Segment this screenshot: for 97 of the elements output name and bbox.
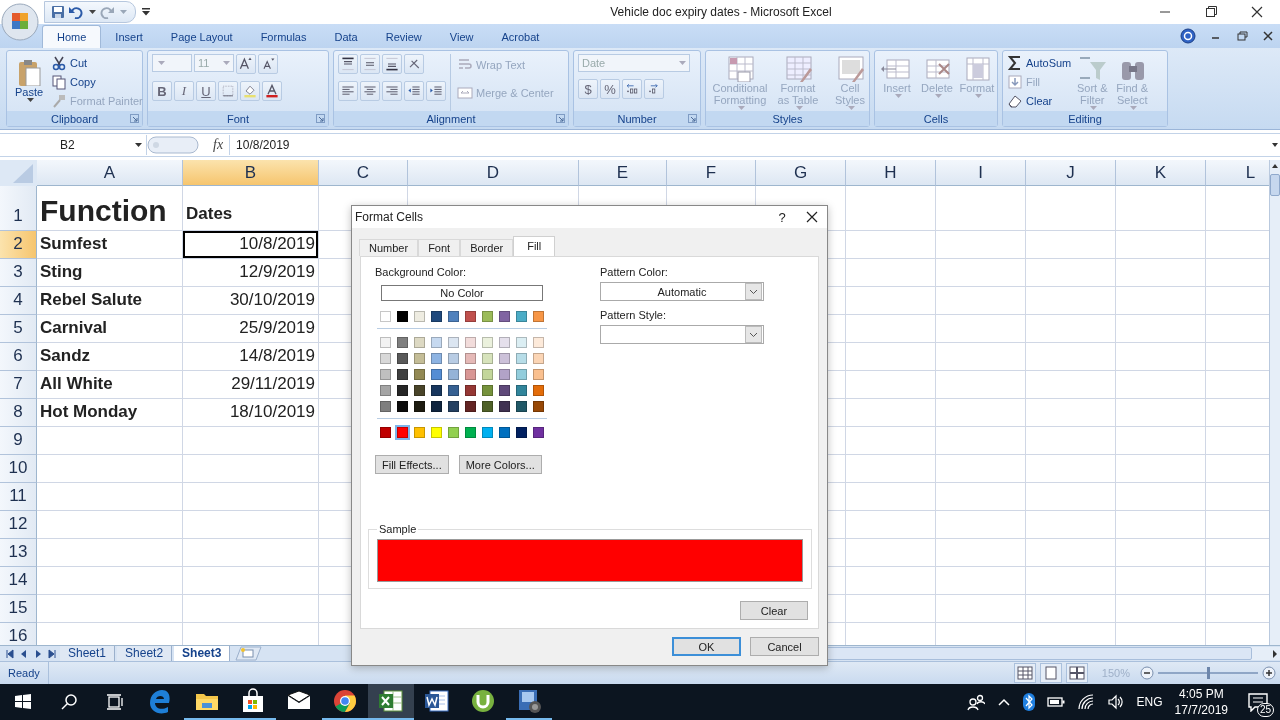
column-header[interactable]: B xyxy=(183,160,319,186)
sheet-cell[interactable]: Function xyxy=(37,186,183,231)
column-header[interactable]: J xyxy=(1026,160,1116,186)
sheet-cell[interactable]: 14/8/2019 xyxy=(183,343,319,371)
row-header[interactable]: 10 xyxy=(0,455,37,483)
clock-button[interactable]: 4:05 PM 17/7/2019 xyxy=(1174,686,1228,718)
column-header[interactable]: D xyxy=(408,160,579,186)
field-label: Background Color: xyxy=(375,266,468,280)
sheet-cell[interactable]: 29/11/2019 xyxy=(183,371,319,399)
dialog-tab[interactable]: Fill xyxy=(513,236,556,256)
sheet-cell[interactable]: 30/10/2019 xyxy=(183,287,319,315)
dialog-button[interactable]: OK xyxy=(672,637,741,656)
dialog-button[interactable]: Fill Effects... xyxy=(375,455,449,474)
ribbon-button[interactable]: AutoSum xyxy=(1007,54,1072,72)
toolbar-button[interactable]: % xyxy=(600,79,620,99)
group-label: Clipboard xyxy=(50,112,99,125)
field-label: Pattern Style: xyxy=(600,309,668,323)
row-header[interactable]: 4 xyxy=(0,287,37,315)
sheet-cell[interactable]: Dates xyxy=(183,186,319,231)
sample-label: Sample xyxy=(378,523,418,535)
toolbar-button[interactable]: $ xyxy=(578,79,598,99)
column-header[interactable]: E xyxy=(579,160,667,186)
sheet-cell[interactable]: Carnival xyxy=(37,315,183,343)
dialog-tab[interactable]: Number xyxy=(359,239,419,256)
row-header[interactable]: 5 xyxy=(0,315,37,343)
field-label: Pattern Color: xyxy=(600,266,669,280)
ribbon-tab[interactable]: Home xyxy=(42,25,102,48)
dialog-title: Format Cells xyxy=(355,210,424,224)
ribbon-tab[interactable]: Data xyxy=(320,26,372,48)
sheet-cell[interactable]: Sandz xyxy=(37,343,183,371)
language-indicator[interactable]: ENG xyxy=(1136,695,1163,709)
group-label: Number xyxy=(617,112,657,125)
toolbar-button[interactable]: U xyxy=(196,81,216,101)
column-header[interactable]: K xyxy=(1116,160,1206,186)
row-header[interactable]: 3 xyxy=(0,259,37,287)
row-header[interactable]: 15 xyxy=(0,595,37,623)
row-header[interactable]: 2 xyxy=(0,231,37,259)
sheet-cell[interactable]: All White xyxy=(37,371,183,399)
ribbon-tab[interactable]: Formulas xyxy=(246,26,321,48)
insert-function-button[interactable]: fx xyxy=(199,137,230,153)
ribbon-button[interactable]: Copy xyxy=(51,73,143,91)
dialog-tab[interactable]: Border xyxy=(460,239,514,256)
help-button[interactable]: ? xyxy=(767,209,797,225)
row-header[interactable]: 13 xyxy=(0,539,37,567)
ribbon-tab[interactable]: Review xyxy=(371,26,436,48)
clear-button[interactable]: Clear xyxy=(740,601,808,620)
column-header[interactable]: I xyxy=(936,160,1026,186)
sheet-cell[interactable]: 18/10/2019 xyxy=(183,399,319,427)
formula-field[interactable]: 10/8/2019 xyxy=(229,135,1270,155)
column-header[interactable]: F xyxy=(667,160,756,186)
row-header[interactable]: 8 xyxy=(0,399,37,427)
action-center-button[interactable]: 25 xyxy=(1240,684,1276,720)
sheet-cell[interactable]: Hot Monday xyxy=(37,399,183,427)
row-header[interactable]: 1 xyxy=(0,186,37,231)
ribbon-tab[interactable]: View xyxy=(435,26,488,48)
group-label: Alignment xyxy=(426,112,476,125)
notification-count: 25 xyxy=(1256,703,1274,717)
ribbon-button[interactable]: Cut xyxy=(51,54,143,72)
dialog-button[interactable]: More Colors... xyxy=(458,455,542,474)
row-header[interactable]: 16 xyxy=(0,623,37,645)
ribbon-tab[interactable]: Acrobat xyxy=(487,26,554,48)
sheet-tab[interactable]: Sheet2 xyxy=(117,646,173,661)
ribbon-tab[interactable]: Page Layout xyxy=(156,26,247,48)
column-header[interactable]: L xyxy=(1206,160,1269,186)
no-color-button[interactable]: No Color xyxy=(381,285,543,301)
column-header[interactable]: G xyxy=(756,160,846,186)
row-header[interactable]: 12 xyxy=(0,511,37,539)
group-label: Styles xyxy=(772,112,803,125)
row-header[interactable]: 9 xyxy=(0,427,37,455)
ribbon-button[interactable]: Paste xyxy=(11,54,47,102)
row-header[interactable]: 11 xyxy=(0,483,37,511)
column-header[interactable]: H xyxy=(846,160,936,186)
sheet-tab[interactable]: Sheet1 xyxy=(60,646,116,661)
sheet-tab[interactable]: Sheet3 xyxy=(174,646,231,661)
ribbon-button[interactable]: Clear xyxy=(1007,92,1072,110)
group-label: Editing xyxy=(1068,112,1102,125)
sheet-cell[interactable]: 25/9/2019 xyxy=(183,315,319,343)
pattern-color-dropdown[interactable]: Automatic xyxy=(600,282,764,301)
dialog-button[interactable]: Cancel xyxy=(750,637,819,656)
ribbon-tab[interactable]: Insert xyxy=(101,26,157,48)
row-header[interactable]: 6 xyxy=(0,343,37,371)
window-title: Vehicle doc expiry dates - Microsoft Excel xyxy=(609,5,833,19)
sheet-cell[interactable]: Sting xyxy=(37,259,183,287)
dialog-tab[interactable]: Font xyxy=(418,239,461,256)
group-label: Font xyxy=(227,112,249,125)
row-header[interactable]: 7 xyxy=(0,371,37,399)
group-label: Cells xyxy=(923,112,949,125)
row-header[interactable]: 14 xyxy=(0,567,37,595)
sheet-cell[interactable]: 10/8/2019 xyxy=(183,231,319,259)
column-header[interactable]: A xyxy=(37,160,183,186)
toolbar-button[interactable]: I xyxy=(174,81,194,101)
sheet-cell[interactable]: Sumfest xyxy=(37,231,183,259)
sheet-cell[interactable]: Rebel Salute xyxy=(37,287,183,315)
sheet-cell[interactable]: 12/9/2019 xyxy=(183,259,319,287)
column-header[interactable]: C xyxy=(319,160,408,186)
name-box[interactable]: B2 xyxy=(0,135,147,155)
toolbar-button[interactable]: B xyxy=(152,81,172,101)
